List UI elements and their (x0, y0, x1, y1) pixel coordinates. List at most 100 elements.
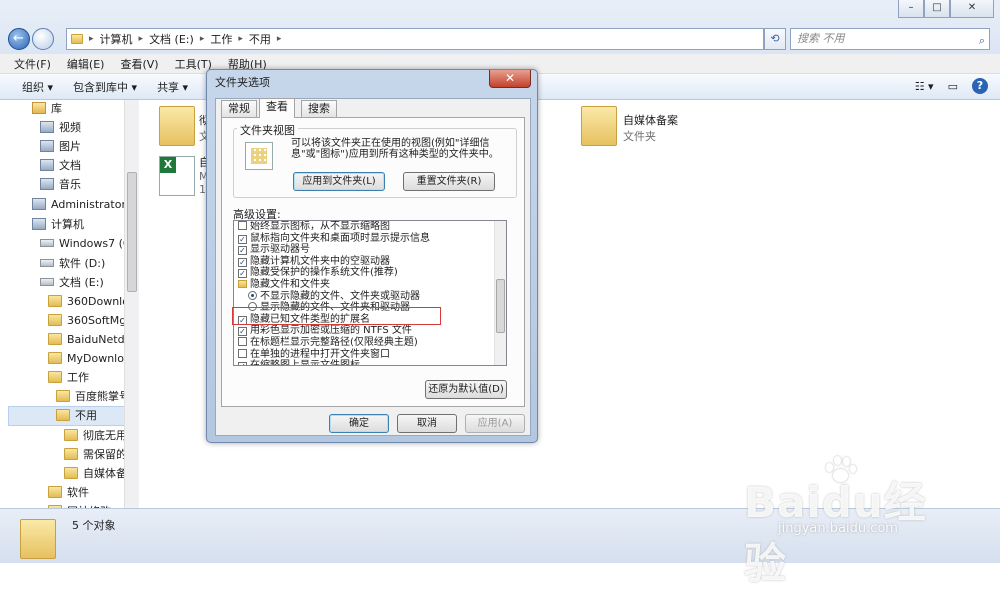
breadcrumb-item[interactable]: 计算机 (100, 31, 133, 47)
tab-general[interactable]: 常规 (221, 100, 257, 117)
menu-tools[interactable]: 工具(T) (175, 56, 212, 72)
folder-icon (48, 486, 62, 498)
refresh-button[interactable]: ⟲ (764, 28, 786, 50)
sidebar-item[interactable]: 360SoftMgr (48, 312, 131, 330)
sidebar-item-label: 软件 (D:) (59, 257, 106, 270)
include-in-library-button[interactable]: 包含到库中 ▾ (73, 79, 137, 95)
search-input[interactable]: 搜索 不用 ⌕ (790, 28, 990, 50)
organize-button[interactable]: 组织 ▾ (22, 79, 53, 95)
menu-view[interactable]: 查看(V) (120, 56, 158, 72)
advanced-settings-list[interactable]: 始终显示图标，从不显示缩略图 ✓ 鼠标指向文件夹和桌面项时显示提示信息 ✓ 显示驱动器号… (233, 220, 507, 366)
user-icon (32, 198, 46, 210)
sidebar-item[interactable]: 库 (32, 100, 62, 118)
setting-row[interactable]: 始终显示图标，从不显示缩略图 (238, 221, 390, 233)
image-icon (40, 140, 54, 152)
drive-icon (40, 239, 54, 247)
sidebar-item[interactable]: Administrator (32, 196, 126, 214)
setting-checkbox[interactable]: ✓ (238, 257, 247, 267)
setting-row[interactable]: ✓在缩略图上显示文件图标 (238, 360, 360, 365)
setting-row[interactable]: 隐藏文件和文件夹 (238, 279, 330, 291)
help-icon[interactable]: ? (972, 78, 988, 94)
setting-row[interactable]: ✓ 隐藏受保护的操作系统文件(推荐) (238, 267, 398, 279)
sidebar-item[interactable]: 百度熊掌号 (56, 388, 130, 406)
sidebar-item[interactable]: 需保留的 (64, 446, 127, 464)
forward-button[interactable] (32, 28, 54, 50)
sidebar-item[interactable]: 视频 (40, 119, 81, 137)
setting-row[interactable]: 在单独的进程中打开文件夹窗口 (238, 348, 390, 361)
sidebar-item[interactable]: 音乐 (40, 176, 81, 194)
sidebar-item[interactable]: 彻底无用 (64, 427, 127, 445)
file-item[interactable]: 自媒体备案 文件夹 (623, 112, 678, 144)
setting-radio[interactable] (248, 290, 257, 300)
setting-row[interactable]: ✓ 隐藏计算机文件夹中的空驱动器 (238, 256, 390, 268)
sidebar-item[interactable]: 文档 (E:) (40, 274, 104, 292)
minimize-button[interactable]: – (898, 0, 924, 18)
apply-button[interactable]: 应用(A) (465, 414, 525, 433)
sidebar-item[interactable]: 软件 (48, 484, 89, 502)
view-options-icon[interactable]: ☷ ▾ (915, 80, 934, 93)
setting-row[interactable]: 在标题栏显示完整路径(仅限经典主题) (238, 337, 418, 349)
folder-icon (56, 409, 70, 421)
sidebar-item[interactable]: 计算机 (32, 216, 84, 234)
scrollbar-thumb[interactable] (496, 279, 505, 333)
maximize-button[interactable]: □ (924, 0, 950, 18)
share-button[interactable]: 共享 ▾ (157, 79, 188, 95)
setting-row[interactable]: ✓ 鼠标指向文件夹和桌面项时显示提示信息 (238, 233, 430, 245)
setting-checkbox[interactable]: ✓ (238, 327, 247, 337)
close-button[interactable]: ✕ (950, 0, 994, 18)
setting-row[interactable]: ✓ 显示驱动器号 (238, 244, 310, 256)
setting-label: 用彩色显示加密或压缩的 NTFS 文件 (250, 325, 412, 337)
sidebar-item[interactable]: MyDownloa (48, 350, 131, 368)
menu-file[interactable]: 文件(F) (14, 56, 51, 72)
setting-row[interactable]: ✓ 用彩色显示加密或压缩的 NTFS 文件 (238, 325, 412, 337)
setting-checkbox[interactable] (238, 221, 247, 230)
restore-defaults-button[interactable]: 还原为默认值(D) (425, 380, 507, 399)
group-title: 文件夹视图 (237, 122, 298, 138)
tab-view[interactable]: 查看 (259, 98, 295, 118)
sidebar-item[interactable]: Windows7 (C: (40, 235, 134, 253)
sidebar-item[interactable]: 工作 (48, 369, 89, 387)
folder-icon (71, 34, 83, 44)
setting-checkbox[interactable]: ✓ (238, 234, 247, 244)
menu-edit[interactable]: 编辑(E) (67, 56, 105, 72)
setting-checkbox[interactable]: ✓ (238, 362, 247, 365)
setting-label: 显示驱动器号 (250, 244, 310, 256)
setting-checkbox[interactable]: ✓ (238, 269, 247, 279)
back-button[interactable] (8, 28, 30, 50)
sidebar-item[interactable]: 文档 (40, 157, 81, 175)
excel-file-icon[interactable]: X (159, 156, 195, 196)
sidebar-item[interactable]: 软件 (D:) (40, 255, 105, 273)
address-bar[interactable]: ▸ 计算机 ▸ 文档 (E:) ▸ 工作 ▸ 不用 ▸ (66, 28, 764, 50)
breadcrumb-item[interactable]: 文档 (E:) (149, 31, 194, 47)
breadcrumb-item[interactable]: 不用 (249, 31, 271, 47)
setting-checkbox[interactable] (238, 337, 247, 346)
sidebar-item[interactable]: 360Downloa (48, 293, 136, 311)
sidebar-item-label: 文档 (59, 159, 81, 172)
sidebar-item[interactable]: 图片 (40, 138, 81, 156)
setting-checkbox[interactable] (238, 348, 247, 358)
setting-label: 始终显示图标，从不显示缩略图 (250, 221, 390, 232)
navigation-scrollbar[interactable] (124, 100, 138, 508)
ok-button[interactable]: 确定 (329, 414, 389, 433)
cancel-button[interactable]: 取消 (397, 414, 457, 433)
folder-icon (48, 314, 62, 326)
scrollbar-thumb[interactable] (127, 172, 137, 292)
watermark: Baidu经验 jingyan.baidu.com (744, 455, 944, 588)
setting-row[interactable]: 不显示隐藏的文件、文件夹或驱动器 (248, 290, 420, 303)
sidebar-item-label: 计算机 (51, 218, 84, 231)
sidebar-item[interactable]: 自媒体备 (64, 465, 127, 483)
annotation-highlight (232, 307, 441, 325)
dialog-close-button[interactable]: ✕ (489, 70, 531, 88)
apply-to-folders-button[interactable]: 应用到文件夹(L) (293, 172, 385, 191)
breadcrumb-item[interactable]: 工作 (210, 31, 232, 47)
tab-search[interactable]: 搜索 (301, 100, 337, 117)
setting-checkbox[interactable]: ✓ (238, 246, 247, 256)
preview-pane-icon[interactable]: ▭ (948, 80, 958, 93)
reset-folders-button[interactable]: 重置文件夹(R) (403, 172, 495, 191)
folder-icon[interactable] (159, 106, 195, 146)
settings-scrollbar[interactable] (494, 221, 506, 365)
sidebar-item[interactable]: 不用 (56, 407, 97, 425)
sidebar-item-label: MyDownloa (67, 352, 131, 365)
sidebar-item[interactable]: BaiduNetdis (48, 331, 133, 349)
folder-icon[interactable] (581, 106, 617, 146)
